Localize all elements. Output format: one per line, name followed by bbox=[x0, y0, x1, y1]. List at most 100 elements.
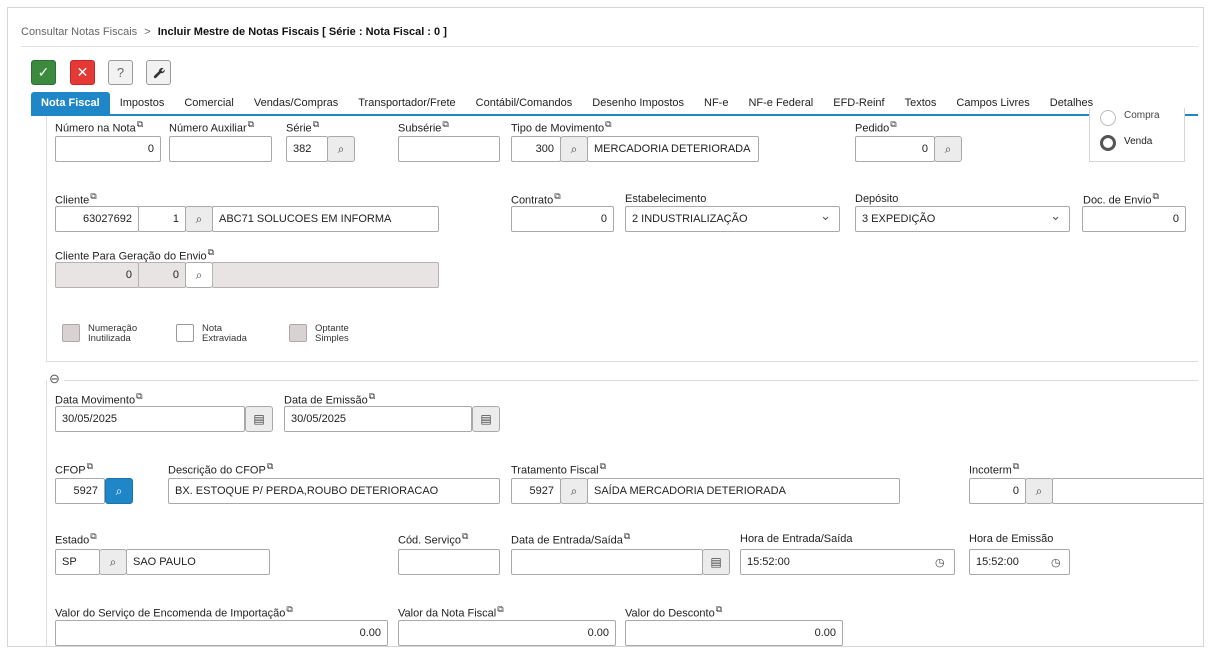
data-emissao-calendar-button[interactable]: ▤ bbox=[472, 406, 500, 432]
estado-search-button[interactable]: ⌕ bbox=[99, 549, 127, 575]
tab-comercial[interactable]: Comercial bbox=[174, 92, 244, 114]
numero-nota-input[interactable]: 0 bbox=[55, 136, 161, 162]
incoterm-description bbox=[1052, 478, 1203, 504]
valor-nota-fiscal-input[interactable]: 0.00 bbox=[398, 620, 616, 646]
cod-servico-input[interactable] bbox=[398, 549, 500, 575]
calendar-icon: ▤ bbox=[480, 412, 492, 426]
descricao-cfop-input[interactable]: BX. ESTOQUE P/ PERDA,ROUBO DETERIORACAO bbox=[168, 478, 500, 504]
data-entrada-saida-label: Data de Entrada/Saída⧉ bbox=[511, 531, 631, 547]
calendar-icon: ▤ bbox=[253, 412, 265, 426]
tratamento-fiscal-description: SAÍDA MERCADORIA DETERIORADA bbox=[587, 478, 900, 504]
panel-left-border bbox=[46, 116, 47, 361]
serie-input[interactable]: 382 bbox=[286, 136, 328, 162]
contrato-label: Contrato⧉ bbox=[511, 191, 561, 207]
copy-icon: ⧉ bbox=[715, 604, 723, 614]
breadcrumb-separator: > bbox=[144, 26, 151, 38]
tratamento-fiscal-code-input[interactable]: 5927 bbox=[511, 478, 561, 504]
search-icon: ⌕ bbox=[195, 211, 203, 226]
cliente-search-button[interactable]: ⌕ bbox=[185, 206, 213, 232]
cfop-input[interactable]: 5927 bbox=[55, 478, 105, 504]
breadcrumb: Consultar Notas Fiscais > Incluir Mestre… bbox=[21, 26, 447, 38]
tools-button[interactable] bbox=[146, 60, 171, 85]
valor-nota-fiscal-label: Valor da Nota Fiscal⧉ bbox=[398, 604, 504, 620]
confirm-button[interactable]: ✓ bbox=[31, 60, 56, 85]
tab-efd-reinf[interactable]: EFD-Reinf bbox=[823, 92, 894, 114]
pedido-search-button[interactable]: ⌕ bbox=[934, 136, 962, 162]
copy-icon: ⧉ bbox=[554, 191, 561, 201]
data-movimento-calendar-button[interactable]: ▤ bbox=[245, 406, 273, 432]
tab-bar: Nota Fiscal Impostos Comercial Vendas/Co… bbox=[31, 92, 1103, 114]
tratamento-fiscal-search-button[interactable]: ⌕ bbox=[560, 478, 588, 504]
tab-desenho-impostos[interactable]: Desenho Impostos bbox=[582, 92, 694, 114]
incoterm-search-button[interactable]: ⌕ bbox=[1025, 478, 1053, 504]
cliente-sub-input[interactable]: 1 bbox=[138, 206, 186, 232]
operation-radio-group: Compra Venda bbox=[1089, 108, 1185, 162]
estabelecimento-label: Estabelecimento bbox=[625, 193, 707, 205]
numero-auxiliar-input[interactable] bbox=[169, 136, 272, 162]
data-entrada-saida-calendar-button[interactable]: ▤ bbox=[702, 549, 730, 575]
radio-compra[interactable] bbox=[1100, 110, 1116, 126]
data-entrada-saida-input[interactable] bbox=[511, 549, 703, 575]
cliente-envio-search-button[interactable]: ⌕ bbox=[185, 262, 213, 288]
search-icon: ⌕ bbox=[109, 554, 117, 569]
search-icon: ⌕ bbox=[115, 483, 123, 498]
tab-nota-fiscal[interactable]: Nota Fiscal bbox=[31, 92, 110, 114]
tipo-movimento-code-input[interactable]: 300 bbox=[511, 136, 561, 162]
tab-underline bbox=[31, 114, 1198, 116]
valor-servico-importacao-input[interactable]: 0.00 bbox=[55, 620, 388, 646]
numeracao-inutilizada-label: Numeração Inutilizada bbox=[88, 323, 138, 344]
copy-icon: ⧉ bbox=[247, 119, 255, 129]
contrato-input[interactable]: 0 bbox=[511, 206, 614, 232]
tipo-movimento-search-button[interactable]: ⌕ bbox=[560, 136, 588, 162]
radio-venda-label: Venda bbox=[1124, 136, 1153, 147]
doc-envio-input[interactable]: 0 bbox=[1082, 206, 1186, 232]
radio-venda[interactable] bbox=[1100, 135, 1116, 151]
nota-extraviada-checkbox[interactable] bbox=[176, 324, 194, 342]
pedido-input[interactable]: 0 bbox=[855, 136, 935, 162]
help-icon: ? bbox=[116, 65, 125, 80]
cfop-search-button[interactable]: ⌕ bbox=[105, 478, 133, 504]
tab-contabil-comandos[interactable]: Contábil/Comandos bbox=[466, 92, 583, 114]
help-button[interactable]: ? bbox=[108, 60, 133, 85]
estado-name: SAO PAULO bbox=[126, 549, 270, 575]
incoterm-input[interactable]: 0 bbox=[969, 478, 1026, 504]
cancel-button[interactable]: ✕ bbox=[70, 60, 95, 85]
tratamento-fiscal-label: Tratamento Fiscal⧉ bbox=[511, 461, 607, 477]
numeracao-inutilizada-checkbox bbox=[62, 324, 80, 342]
deposito-select[interactable]: 3 EXPEDIÇÃO bbox=[855, 206, 1070, 232]
cliente-label: Cliente⧉ bbox=[55, 191, 97, 207]
copy-icon: ⧉ bbox=[890, 119, 897, 129]
calendar-icon: ▤ bbox=[710, 555, 722, 569]
breadcrumb-parent[interactable]: Consultar Notas Fiscais bbox=[21, 26, 137, 38]
collapse-icon[interactable]: ⊖ bbox=[49, 371, 60, 387]
copy-icon: ⧉ bbox=[136, 119, 144, 129]
copy-icon: ⧉ bbox=[605, 119, 612, 129]
subserie-input[interactable] bbox=[398, 136, 500, 162]
tab-impostos[interactable]: Impostos bbox=[110, 92, 175, 114]
cliente-envio-sub-input: 0 bbox=[138, 262, 186, 288]
data-emissao-input[interactable]: 30/05/2025 bbox=[284, 406, 472, 432]
tab-campos-livres[interactable]: Campos Livres bbox=[946, 92, 1039, 114]
estado-label: Estado⧉ bbox=[55, 531, 97, 547]
cliente-envio-label: Cliente Para Geração do Envio⧉ bbox=[55, 247, 215, 263]
valor-servico-importacao-label: Valor do Serviço de Encomenda de Importa… bbox=[55, 604, 293, 620]
numero-nota-label: Número na Nota⧉ bbox=[55, 119, 144, 135]
tab-vendas-compras[interactable]: Vendas/Compras bbox=[244, 92, 348, 114]
cfop-label: CFOP⧉ bbox=[55, 461, 93, 477]
cliente-envio-name bbox=[212, 262, 439, 288]
hora-entrada-saida-input[interactable]: 15:52:00 bbox=[740, 549, 955, 575]
copy-icon: ⧉ bbox=[90, 191, 97, 201]
tab-nfe-federal[interactable]: NF-e Federal bbox=[738, 92, 823, 114]
estabelecimento-select[interactable]: 2 INDUSTRIALIZAÇÃO bbox=[625, 206, 840, 232]
valor-desconto-input[interactable]: 0.00 bbox=[625, 620, 843, 646]
numero-auxiliar-label: Número Auxiliar⧉ bbox=[169, 119, 255, 135]
data-movimento-input[interactable]: 30/05/2025 bbox=[55, 406, 245, 432]
tab-textos[interactable]: Textos bbox=[895, 92, 947, 114]
tab-nfe[interactable]: NF-e bbox=[694, 92, 738, 114]
estado-code-input[interactable]: SP bbox=[55, 549, 100, 575]
search-icon: ⌕ bbox=[570, 141, 578, 156]
search-icon: ⌕ bbox=[195, 267, 203, 282]
serie-search-button[interactable]: ⌕ bbox=[327, 136, 355, 162]
tab-transportador-frete[interactable]: Transportador/Frete bbox=[348, 92, 465, 114]
cliente-code-input[interactable]: 63027692 bbox=[55, 206, 139, 232]
